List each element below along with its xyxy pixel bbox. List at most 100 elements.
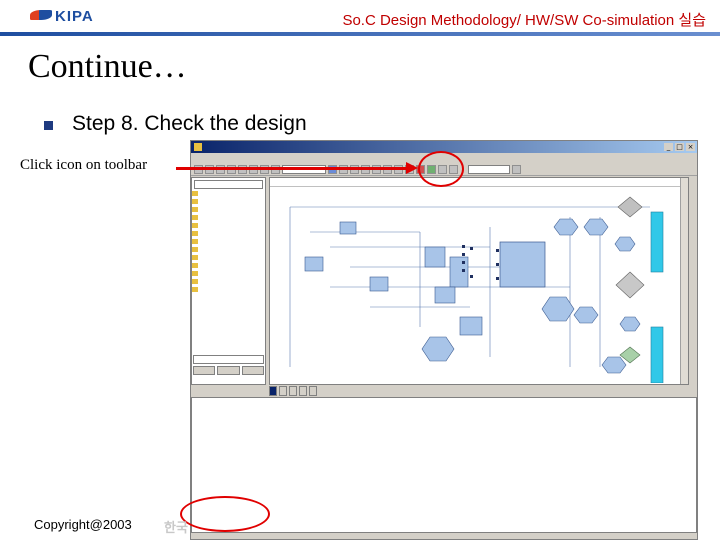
cyan-bus-block <box>650 326 664 384</box>
folder-icon <box>192 191 198 196</box>
tree-item[interactable] <box>192 247 265 255</box>
hex-block <box>421 336 455 362</box>
tree-item[interactable] <box>192 239 265 247</box>
slide-title: Continue… <box>28 48 187 85</box>
doc-tab[interactable] <box>299 386 307 396</box>
tree-item[interactable] <box>192 271 265 279</box>
hex-block <box>541 296 575 322</box>
hex-block <box>583 218 609 236</box>
folder-icon <box>192 263 198 268</box>
doc-tab[interactable] <box>289 386 297 396</box>
kipa-logo: KIPA <box>30 8 94 25</box>
tree <box>192 191 265 295</box>
doc-tab[interactable] <box>309 386 317 396</box>
header-rule <box>0 32 720 36</box>
tree-item[interactable] <box>192 199 265 207</box>
logo-mark-icon <box>30 10 52 20</box>
toolbar-highlight-circle <box>418 151 464 187</box>
pointer-arrow-head-icon <box>406 162 418 174</box>
log-highlight-circle <box>180 496 270 532</box>
pointer-arrow-line <box>176 167 410 170</box>
minimize-icon[interactable]: _ <box>664 143 673 151</box>
tree-item[interactable] <box>192 287 265 295</box>
doc-tab[interactable] <box>279 386 287 396</box>
app-window-screenshot: _ □ × <box>190 140 698 540</box>
folder-icon <box>192 247 198 252</box>
folder-icon <box>192 199 198 204</box>
folder-icon <box>192 215 198 220</box>
library-button[interactable] <box>217 366 240 375</box>
tree-item[interactable] <box>192 231 265 239</box>
footer-korean-text: 한국 <box>164 521 188 536</box>
cpu-block <box>499 241 546 288</box>
status-bar <box>191 533 697 539</box>
annotation-label: Click icon on toolbar <box>20 157 148 173</box>
schematic-canvas[interactable] <box>269 177 689 385</box>
hex-block <box>601 356 627 374</box>
find-input[interactable] <box>468 165 510 174</box>
close-icon[interactable]: × <box>686 143 695 151</box>
library-button[interactable] <box>241 366 264 375</box>
diamond-block <box>615 271 645 299</box>
document-tabs <box>269 386 317 396</box>
schematic-diagram <box>289 196 664 384</box>
library-buttons <box>193 366 264 375</box>
step-text: Step 8. Check the design <box>72 112 307 135</box>
tree-item[interactable] <box>192 215 265 223</box>
library-search-panel <box>191 353 266 397</box>
folder-icon <box>192 279 198 284</box>
folder-icon <box>192 223 198 228</box>
hex-block <box>553 218 579 236</box>
bullet-icon <box>44 121 53 130</box>
module-block <box>339 221 357 235</box>
folder-icon <box>192 239 198 244</box>
tree-select[interactable] <box>194 180 263 189</box>
tree-item[interactable] <box>192 207 265 215</box>
library-button[interactable] <box>193 366 216 375</box>
logo-text: KIPA <box>55 8 94 25</box>
canvas-tabs <box>270 178 688 187</box>
hex-block <box>573 306 599 324</box>
module-block <box>459 316 483 336</box>
tree-item[interactable] <box>192 263 265 271</box>
diamond-block <box>617 196 643 218</box>
folder-icon <box>192 231 198 236</box>
canvas-scrollbar[interactable] <box>680 178 688 384</box>
tree-item[interactable] <box>192 223 265 231</box>
app-icon <box>194 143 202 151</box>
maximize-icon[interactable]: □ <box>675 143 684 151</box>
find-icon[interactable] <box>512 165 521 174</box>
hex-block <box>614 236 636 252</box>
tree-item[interactable] <box>192 255 265 263</box>
tree-item[interactable] <box>192 279 265 287</box>
copyright-text: Copyright@2003 <box>34 517 132 532</box>
tree-item[interactable] <box>192 191 265 199</box>
search-field[interactable] <box>193 355 264 364</box>
module-block <box>369 276 389 292</box>
header-title: So.C Design Methodology/ HW/SW Co-simula… <box>342 12 706 29</box>
folder-icon <box>192 287 198 292</box>
cyan-bus-block <box>650 211 664 273</box>
folder-icon <box>192 255 198 260</box>
module-block <box>424 246 446 268</box>
doc-tab[interactable] <box>269 386 277 396</box>
